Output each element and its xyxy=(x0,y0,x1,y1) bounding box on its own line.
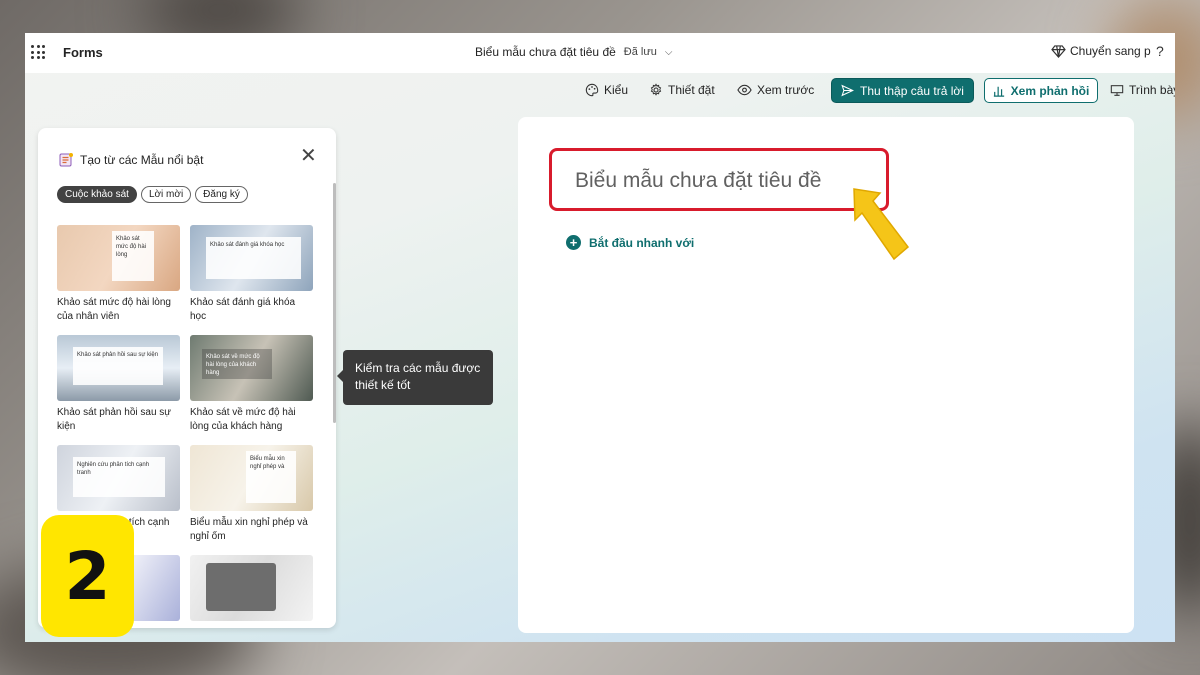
template-thumbnail-text: Khảo sát về mức độ hài lòng của khách hà… xyxy=(202,349,272,379)
template-thumbnail-text: Khảo sát mức độ hài lòng xyxy=(112,231,154,281)
document-title-menu[interactable]: Biểu mẫu chưa đặt tiêu đề Đã lưu ⌵ xyxy=(475,45,672,59)
template-thumbnail: Khảo sát đánh giá khóa học xyxy=(190,225,313,291)
panel-scrollbar[interactable] xyxy=(333,183,336,423)
close-icon[interactable]: ✕ xyxy=(300,146,317,166)
template-tooltip: Kiểm tra các mẫu được thiết kế tốt xyxy=(337,350,493,405)
collect-responses-button[interactable]: Thu thập câu trả lời xyxy=(831,78,974,103)
eye-icon xyxy=(737,84,752,96)
template-panel-header: Tạo từ các Mẫu nổi bật xyxy=(58,152,203,168)
template-thumbnail xyxy=(190,555,313,621)
preview-button[interactable]: Xem trước xyxy=(737,83,814,97)
gear-icon xyxy=(650,83,662,96)
chip-registration[interactable]: Đăng ký xyxy=(195,186,248,203)
view-responses-label: Xem phản hồi xyxy=(1010,83,1090,98)
template-card[interactable]: Biểu mẫu xin nghỉ phép và Biểu mẫu xin n… xyxy=(190,445,313,544)
template-panel-title: Tạo từ các Mẫu nổi bật xyxy=(80,153,204,167)
template-label: Biểu mẫu xin nghỉ phép và nghỉ ốm xyxy=(190,517,308,542)
form-canvas: Biểu mẫu chưa đặt tiêu đề + Bắt đầu nhan… xyxy=(518,117,1134,633)
bar-chart-icon xyxy=(993,86,1004,97)
quickstart-label: Bắt đầu nhanh với xyxy=(589,235,695,250)
help-button[interactable]: ? xyxy=(1156,43,1164,59)
template-card[interactable]: Khảo sát về mức độ hài lòng của khách hà… xyxy=(190,335,313,434)
present-icon xyxy=(1110,84,1124,96)
template-label: Khảo sát đánh giá khóa học xyxy=(190,297,296,322)
template-card[interactable]: Khảo sát mức độ hài lòng Khảo sát mức độ… xyxy=(57,225,180,324)
template-card[interactable]: Khảo sát phản hồi sau sự kiện Khảo sát p… xyxy=(57,335,180,434)
template-card[interactable] xyxy=(190,555,313,621)
template-thumbnail-text: Khảo sát đánh giá khóa học xyxy=(206,237,301,279)
style-button[interactable]: Kiểu xyxy=(585,83,628,97)
template-label: Khảo sát mức độ hài lòng của nhân viên xyxy=(57,297,171,322)
template-thumbnail: Biểu mẫu xin nghỉ phép và xyxy=(190,445,313,511)
app-name[interactable]: Forms xyxy=(63,45,103,60)
diamond-icon xyxy=(1051,44,1066,58)
template-thumbnail-text: Biểu mẫu xin nghỉ phép và xyxy=(246,451,296,503)
template-label: Khảo sát về mức độ hài lòng của khách hà… xyxy=(190,407,296,432)
template-thumbnail-text: Khảo sát phản hồi sau sự kiện xyxy=(73,347,163,385)
template-card[interactable]: Khảo sát đánh giá khóa học Khảo sát đánh… xyxy=(190,225,313,324)
palette-icon xyxy=(585,83,599,97)
plus-icon: + xyxy=(566,235,581,250)
forms-window: Forms Biểu mẫu chưa đặt tiêu đề Đã lưu ⌵… xyxy=(25,33,1175,642)
template-icon xyxy=(59,153,73,167)
template-thumbnail: Khảo sát mức độ hài lòng xyxy=(57,225,180,291)
chip-surveys[interactable]: Cuộc khảo sát xyxy=(57,186,137,203)
chevron-down-icon: ⌵ xyxy=(664,46,673,58)
settings-label: Thiết đặt xyxy=(668,83,715,97)
upgrade-label: Chuyển sang p xyxy=(1070,44,1151,58)
upgrade-button[interactable]: Chuyển sang p xyxy=(1051,44,1151,58)
template-thumbnail: Nghiên cứu phân tích cạnh tranh xyxy=(57,445,180,511)
quickstart-button[interactable]: + Bắt đầu nhanh với xyxy=(566,235,694,250)
chip-invitations[interactable]: Lời mời xyxy=(140,186,192,203)
template-thumbnail-text: Nghiên cứu phân tích cạnh tranh xyxy=(73,457,165,497)
settings-button[interactable]: Thiết đặt xyxy=(649,83,715,97)
top-bar: Forms Biểu mẫu chưa đặt tiêu đề Đã lưu ⌵… xyxy=(25,33,1175,73)
step-number-badge: 2 xyxy=(41,515,134,637)
form-title-input[interactable]: Biểu mẫu chưa đặt tiêu đề xyxy=(575,169,821,193)
preview-label: Xem trước xyxy=(757,83,815,97)
pointer-arrow-icon xyxy=(853,188,910,261)
template-label: Khảo sát phản hồi sau sự kiện xyxy=(57,407,171,432)
app-launcher-icon[interactable] xyxy=(31,45,45,59)
present-button[interactable]: Trình bày xyxy=(1110,83,1175,97)
style-label: Kiểu xyxy=(604,83,629,97)
send-icon xyxy=(841,84,855,97)
document-title: Biểu mẫu chưa đặt tiêu đề xyxy=(475,45,616,59)
collect-responses-label: Thu thập câu trả lời xyxy=(860,83,964,98)
present-label: Trình bày xyxy=(1129,83,1175,97)
template-thumbnail: Khảo sát về mức độ hài lòng của khách hà… xyxy=(190,335,313,401)
template-category-chips: Cuộc khảo sát Lời mời Đăng ký xyxy=(57,186,248,203)
template-thumbnail: Khảo sát phản hồi sau sự kiện xyxy=(57,335,180,401)
template-thumbnail-overlay xyxy=(206,563,276,611)
save-status: Đã lưu xyxy=(623,46,657,58)
view-responses-button[interactable]: Xem phản hồi xyxy=(984,78,1098,103)
toolbar: Kiểu Thiết đặt Xem trước Thu thập câu tr… xyxy=(25,78,1175,108)
